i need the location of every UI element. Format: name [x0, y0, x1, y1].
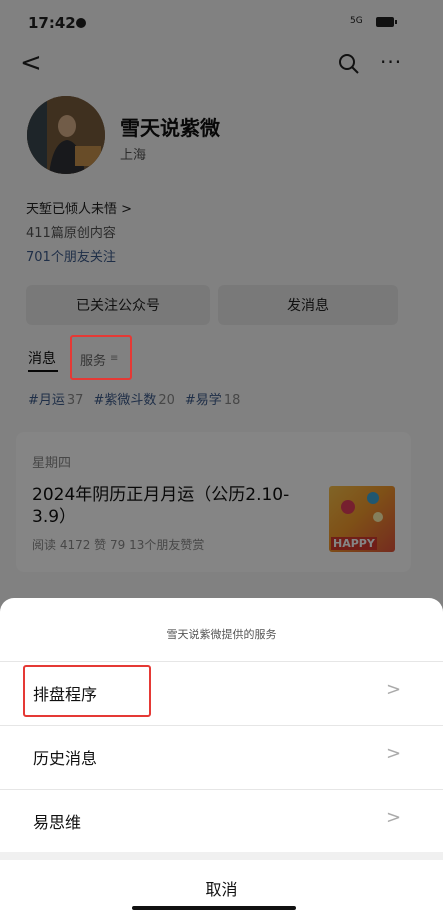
sheet-gap — [0, 852, 443, 860]
home-indicator — [132, 906, 296, 910]
cancel-button[interactable]: 取消 — [0, 870, 443, 910]
chevron-right-icon: > — [386, 743, 402, 764]
chevron-right-icon: > — [386, 679, 402, 700]
chevron-right-icon: > — [386, 807, 402, 828]
sheet-item-label: 易思维 — [33, 813, 82, 832]
sheet-item-history-messages[interactable]: 历史消息 > — [0, 725, 443, 789]
sheet-title: 雪天说紫微提供的服务 — [166, 628, 277, 641]
sheet-item-label: 历史消息 — [33, 749, 98, 768]
highlight-box-services-tab — [70, 335, 132, 380]
sheet-item-yi-siwei[interactable]: 易思维 > — [0, 789, 443, 853]
highlight-box-pan-program — [23, 665, 151, 717]
